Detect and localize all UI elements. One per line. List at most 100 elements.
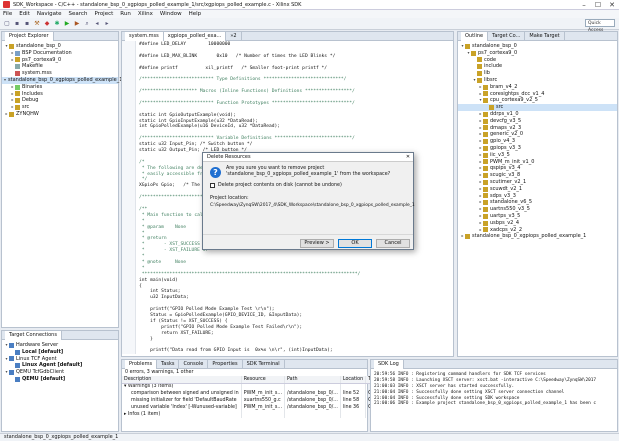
problems-tab-2[interactable]: Console <box>179 359 209 369</box>
tree-item[interactable]: ▸ usbps_v2_4 <box>458 220 617 227</box>
tree-item[interactable]: ▸ xadcps_v2_2 <box>458 227 617 234</box>
table-row[interactable]: ▾ Warnings (3 items) <box>122 383 388 390</box>
tab-target-connections[interactable]: Target Connections <box>5 330 62 340</box>
outline-tab-0[interactable]: Outline <box>461 31 489 41</box>
tree-item[interactable]: ▸ coresightps_dcc_v1_4 <box>458 91 617 98</box>
tree-item[interactable]: Linux Agent [default] <box>2 362 118 369</box>
column-header[interactable]: Location <box>340 376 367 384</box>
table-row[interactable]: unused variable 'Index' [-Wunused-variab… <box>122 404 388 411</box>
tree-item[interactable]: ▸ uartps_v3_5 <box>458 213 617 220</box>
table-row[interactable]: ▸ Infos (1 item) <box>122 411 388 418</box>
menu-window[interactable]: Window <box>160 11 182 17</box>
program-fpga-icon[interactable]: ◆ <box>43 20 51 28</box>
editor-tab-1[interactable]: xgpiops_polled_exa... <box>163 31 227 41</box>
tree-item[interactable]: ▸ Debug <box>2 97 118 104</box>
tree-item[interactable]: code <box>458 57 617 64</box>
tab-project-explorer[interactable]: Project Explorer <box>5 31 54 41</box>
search-icon[interactable]: ⌕ <box>83 20 91 28</box>
tree-item[interactable]: ▸ gpio_v4_3 <box>458 138 617 145</box>
editor-tab-2[interactable]: »2 <box>226 31 242 41</box>
cancel-button[interactable]: Cancel <box>376 239 410 248</box>
tree-item[interactable]: ▸ Includes <box>2 91 118 98</box>
tree-item[interactable]: ▸ Binaries <box>2 84 118 91</box>
tree-item[interactable]: ▸ ddrps_v1_0 <box>458 111 617 118</box>
tree-item[interactable]: ▸ PWM_m_init_v1_0 <box>458 159 617 166</box>
maximize-button[interactable]: ☐ <box>591 1 605 9</box>
menu-navigate[interactable]: Navigate <box>37 11 62 17</box>
tree-item[interactable]: ▸ bram_v4_2 <box>458 84 617 91</box>
tree-item[interactable]: include <box>458 63 617 70</box>
tree-item[interactable]: ▸ src <box>2 104 118 111</box>
tree-item[interactable]: ▸ generic_v2_0 <box>458 131 617 138</box>
tree-item[interactable]: ▸ ZYNQHW <box>2 111 118 118</box>
delete-contents-checkbox[interactable] <box>210 183 215 188</box>
tree-item[interactable]: ▸ sdps_v3_3 <box>458 193 617 200</box>
tree-item[interactable]: ▾ ps7_cortexa9_0 <box>458 50 617 57</box>
column-header[interactable]: Description <box>122 376 242 384</box>
table-row[interactable]: comparison between signed and unsigned i… <box>122 390 388 397</box>
tree-item[interactable]: ▸ gpiops_v3_3 <box>458 145 617 152</box>
debug-icon[interactable]: ✱ <box>53 20 61 28</box>
menu-edit[interactable]: Edit <box>19 11 30 17</box>
tab-sdk-log[interactable]: SDK Log <box>374 359 404 369</box>
tree-item[interactable]: ▸ scuwdt_v2_1 <box>458 186 617 193</box>
tree-item[interactable]: Local [default] <box>2 349 118 356</box>
editor-tab-0[interactable]: system.mss <box>125 31 164 41</box>
build-icon[interactable]: ⚒ <box>33 20 41 28</box>
tree-item[interactable]: Makefile <box>2 63 118 70</box>
delete-contents-option[interactable]: Delete project contents on disk (cannot … <box>210 183 342 188</box>
tree-item[interactable]: ▾ cpu_cortexa9_v2_5 <box>458 97 617 104</box>
tree-item[interactable]: ▸ standalone_bsp_0_xgpiops_polled_example… <box>458 233 617 240</box>
back-icon[interactable]: ◂ <box>93 20 101 28</box>
tree-item[interactable]: ▸ standalone_v6_5 <box>458 199 617 206</box>
menu-search[interactable]: Search <box>69 11 88 17</box>
close-window-button[interactable]: ✕ <box>605 1 619 9</box>
quick-access-field[interactable]: Quick Access <box>585 19 615 33</box>
new-icon[interactable]: ▢ <box>3 20 11 28</box>
forward-icon[interactable]: ▸ <box>103 20 111 28</box>
tree-item[interactable]: ▸ devcfg_v3_5 <box>458 118 617 125</box>
tree-item[interactable]: ▾ standalone_bsp_0 <box>2 43 118 50</box>
outline-tab-2[interactable]: Make Target <box>525 31 565 41</box>
tree-item[interactable]: ▸ BSP Documentation <box>2 50 118 57</box>
column-header[interactable]: Path <box>284 376 341 384</box>
table-row[interactable]: missing initializer for field 'DefaultBa… <box>122 397 388 404</box>
external-tools-icon[interactable]: ▶ <box>73 20 81 28</box>
tree-item[interactable]: QEMU [default] <box>2 376 118 383</box>
tree-item[interactable]: ▸ iic_v3_5 <box>458 152 617 159</box>
tree-item[interactable]: ▾ QEMU TcfGdbClient <box>2 369 118 376</box>
run-icon[interactable]: ▶ <box>63 20 71 28</box>
menu-project[interactable]: Project <box>94 11 113 17</box>
ok-button[interactable]: OK <box>338 239 372 248</box>
tree-item[interactable]: src <box>458 104 617 111</box>
preview-button[interactable]: Preview > <box>300 239 334 248</box>
problems-tab-3[interactable]: Properties <box>208 359 243 369</box>
menu-file[interactable]: File <box>3 11 12 17</box>
expand-toggle-icon[interactable]: ▾ <box>4 77 6 84</box>
tree-item[interactable]: ▸ scugic_v3_8 <box>458 172 617 179</box>
tree-item[interactable]: system.mss <box>2 70 118 77</box>
tree-item[interactable]: ▸ ps7_cortexa9_0 <box>2 57 118 64</box>
tree-item[interactable]: ▸ uartns550_v3_5 <box>458 206 617 213</box>
menu-xilinx[interactable]: Xilinx <box>138 11 153 17</box>
problems-tab-0[interactable]: Problems <box>125 359 158 369</box>
save-icon[interactable]: ▪ <box>13 20 21 28</box>
column-header[interactable]: Resource <box>241 376 286 384</box>
tree-item[interactable]: lib <box>458 70 617 77</box>
problems-tab-4[interactable]: SDK Terminal <box>243 359 285 369</box>
tree-item[interactable]: ▾ standalone_bsp_0_xgpiops_polled_example… <box>2 76 122 84</box>
tree-item[interactable]: ▾ libsrc <box>458 77 617 84</box>
save-all-icon[interactable]: ▪ <box>23 20 31 28</box>
tree-item[interactable]: ▸ dmaps_v2_3 <box>458 125 617 132</box>
problems-tab-1[interactable]: Tasks <box>157 359 180 369</box>
menu-run[interactable]: Run <box>120 11 131 17</box>
tree-item[interactable]: ▸ scutimer_v2_1 <box>458 179 617 186</box>
dialog-close-button[interactable]: ✕ <box>403 153 413 161</box>
tree-item[interactable]: ▾ standalone_bsp_0 <box>458 43 617 50</box>
tree-item[interactable]: ▸ qspips_v3_4 <box>458 165 617 172</box>
minimize-button[interactable]: – <box>577 1 591 9</box>
menu-help[interactable]: Help <box>189 11 202 17</box>
tree-item[interactable]: ▾ Hardware Server <box>2 342 118 349</box>
outline-tab-1[interactable]: Target Co... <box>488 31 526 41</box>
tree-item[interactable]: ▾ Linux TCF Agent <box>2 356 118 363</box>
